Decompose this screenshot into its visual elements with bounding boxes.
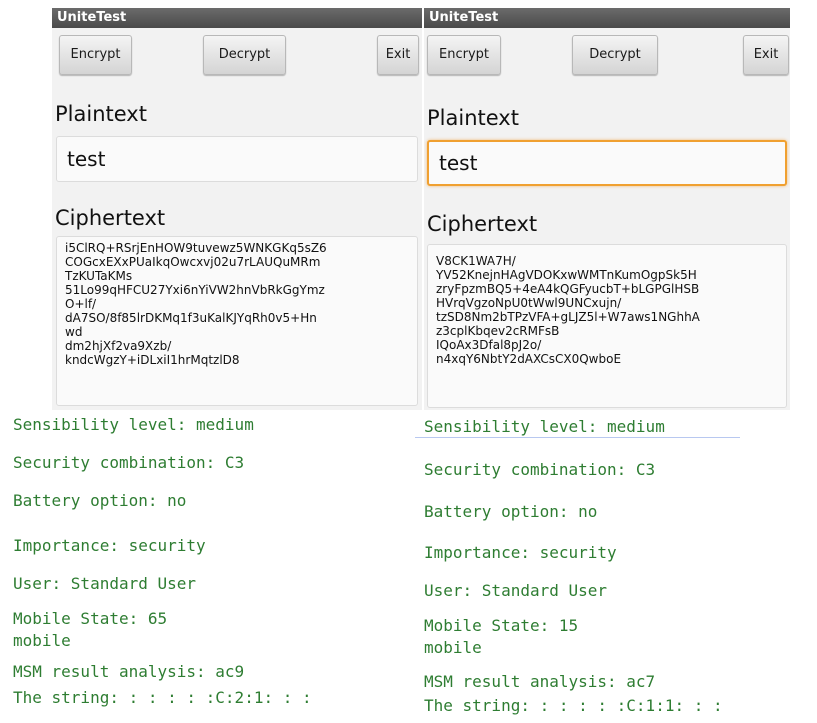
exit-button[interactable]: Exit [377, 35, 419, 75]
right-app-screen: UniteTest Encrypt Decrypt Exit Plaintext… [424, 8, 790, 410]
msm-result-line: MSM result analysis: ac7 [424, 672, 656, 691]
mobile-state-line: Mobile State: 65 [13, 609, 168, 628]
decrypt-button[interactable]: Decrypt [203, 35, 286, 75]
ciphertext-label: Ciphertext [427, 212, 538, 236]
plaintext-label: Plaintext [427, 106, 519, 130]
security-combination-line: Security combination: C3 [424, 460, 656, 479]
msm-result-line: MSM result analysis: ac9 [13, 662, 245, 681]
encrypt-button[interactable]: Encrypt [427, 35, 501, 75]
mobile-state-line: Mobile State: 15 [424, 616, 579, 635]
plaintext-label: Plaintext [55, 102, 147, 126]
app-title: UniteTest [52, 8, 422, 28]
left-app-screen: UniteTest Encrypt Decrypt Exit Plaintext… [52, 8, 422, 410]
user-line: User: Standard User [424, 581, 608, 600]
result-string-line: The string: : : : : :C:2:1: : : [13, 688, 312, 707]
ciphertext-field[interactable]: V8CK1WA7H/ YV52KnejnHAgVDOKxwWMTnKumOgpS… [427, 244, 787, 408]
security-combination-line: Security combination: C3 [13, 453, 245, 472]
ciphertext-label: Ciphertext [55, 206, 166, 230]
divider-line [415, 437, 740, 438]
mobile-line: mobile [13, 631, 71, 650]
importance-line: Importance: security [424, 543, 617, 562]
sensibility-level-line: Sensibility level: medium [424, 417, 665, 436]
battery-option-line: Battery option: no [13, 491, 187, 510]
importance-line: Importance: security [13, 536, 206, 555]
app-title: UniteTest [424, 8, 790, 28]
mobile-line: mobile [424, 638, 482, 657]
user-line: User: Standard User [13, 574, 197, 593]
plaintext-input[interactable]: test [56, 136, 418, 182]
ciphertext-field[interactable]: i5ClRQ+RSrjEnHOW9tuvewz5WNKGKq5sZ6 COGcx… [56, 236, 418, 406]
exit-button[interactable]: Exit [743, 35, 789, 75]
battery-option-line: Battery option: no [424, 502, 598, 521]
encrypt-button[interactable]: Encrypt [59, 35, 132, 75]
result-string-line: The string: : : : : :C:1:1: : : [424, 696, 723, 715]
plaintext-input[interactable]: test [427, 140, 787, 186]
decrypt-button[interactable]: Decrypt [572, 35, 658, 75]
sensibility-level-line: Sensibility level: medium [13, 415, 254, 434]
